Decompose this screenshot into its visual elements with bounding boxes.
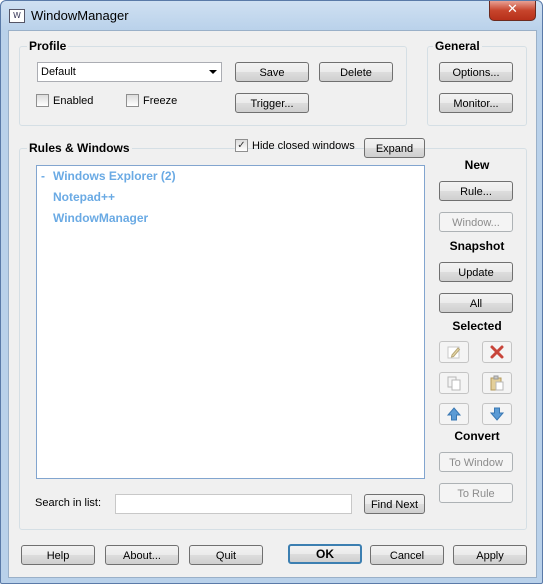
freeze-checkbox-box[interactable] xyxy=(126,94,139,107)
chevron-down-icon[interactable] xyxy=(209,70,217,74)
profile-select[interactable]: Default xyxy=(37,62,222,82)
copy-icon xyxy=(447,376,461,391)
snapshot-update-button[interactable]: Update xyxy=(439,262,513,282)
delete-selected-button[interactable] xyxy=(482,341,512,363)
options-button[interactable]: Options... xyxy=(439,62,513,82)
to-window-button[interactable]: To Window xyxy=(439,452,513,472)
trigger-button[interactable]: Trigger... xyxy=(235,93,309,113)
apply-button[interactable]: Apply xyxy=(453,545,527,565)
arrow-up-icon xyxy=(446,407,462,421)
monitor-button[interactable]: Monitor... xyxy=(439,93,513,113)
app-icon: W xyxy=(9,9,25,23)
paste-button[interactable] xyxy=(482,372,512,394)
delete-icon xyxy=(490,345,504,359)
ok-button[interactable]: OK xyxy=(288,544,362,564)
enabled-checkbox-box[interactable] xyxy=(36,94,49,107)
window-title: WindowManager xyxy=(31,8,129,23)
copy-button[interactable] xyxy=(439,372,469,394)
paste-icon xyxy=(490,375,504,391)
to-rule-button[interactable]: To Rule xyxy=(439,483,513,503)
dialog-client: Profile Default Save Delete Enabled Free… xyxy=(8,30,537,578)
snapshot-all-button[interactable]: All xyxy=(439,293,513,313)
quit-button[interactable]: Quit xyxy=(189,545,263,565)
delete-button[interactable]: Delete xyxy=(319,62,393,82)
hide-closed-checkbox[interactable]: ✓ Hide closed windows xyxy=(235,139,355,152)
tree-item-windowmanager[interactable]: WindowManager xyxy=(53,211,148,225)
cancel-button[interactable]: Cancel xyxy=(370,545,444,565)
close-button[interactable]: ✕ xyxy=(489,1,536,21)
edit-icon xyxy=(447,346,461,359)
title-bar[interactable]: W WindowManager ✕ xyxy=(1,1,542,31)
search-input[interactable] xyxy=(115,494,352,514)
app-window: W WindowManager ✕ Profile Default Save D… xyxy=(0,0,543,584)
find-next-button[interactable]: Find Next xyxy=(364,494,425,514)
tree-collapse-toggle[interactable]: - xyxy=(41,169,45,183)
new-window-button[interactable]: Window... xyxy=(439,212,513,232)
help-button[interactable]: Help xyxy=(21,545,95,565)
new-rule-button[interactable]: Rule... xyxy=(439,181,513,201)
edit-button[interactable] xyxy=(439,341,469,363)
convert-section-title: Convert xyxy=(454,429,500,443)
snapshot-section-title: Snapshot xyxy=(449,239,505,253)
selected-section-title: Selected xyxy=(452,319,502,333)
tree-item-windows-explorer[interactable]: - Windows Explorer (2) xyxy=(41,169,176,183)
tree-item-notepad[interactable]: Notepad++ xyxy=(53,190,115,204)
rules-group-title: Rules & Windows xyxy=(27,141,132,155)
new-section-title: New xyxy=(464,158,490,172)
rules-tree[interactable]: - Windows Explorer (2) Notepad++ WindowMa… xyxy=(36,165,425,479)
profile-group xyxy=(19,46,407,126)
enabled-checkbox-label: Enabled xyxy=(53,94,94,107)
tree-item-label: Windows Explorer (2) xyxy=(53,169,176,183)
hide-closed-checkbox-box[interactable]: ✓ xyxy=(235,139,248,152)
arrow-down-icon xyxy=(489,407,505,421)
move-down-button[interactable] xyxy=(482,403,512,425)
move-up-button[interactable] xyxy=(439,403,469,425)
hide-closed-checkbox-label: Hide closed windows xyxy=(252,139,355,152)
profile-select-value: Default xyxy=(41,66,76,78)
search-label: Search in list: xyxy=(35,497,102,509)
save-button[interactable]: Save xyxy=(235,62,309,82)
profile-group-title: Profile xyxy=(27,39,69,53)
about-button[interactable]: About... xyxy=(105,545,179,565)
general-group-title: General xyxy=(433,39,482,53)
freeze-checkbox[interactable]: Freeze xyxy=(126,94,177,107)
expand-button[interactable]: Expand xyxy=(364,138,425,158)
enabled-checkbox[interactable]: Enabled xyxy=(36,94,93,107)
freeze-checkbox-label: Freeze xyxy=(143,94,178,107)
general-group xyxy=(427,46,527,126)
